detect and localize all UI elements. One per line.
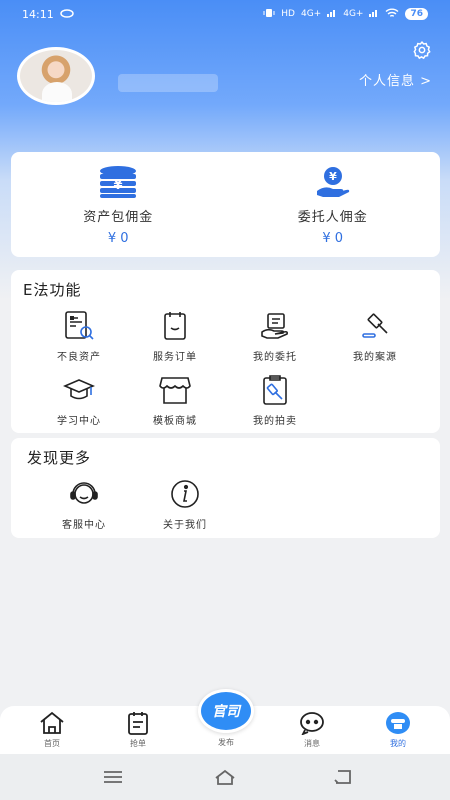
gavel-icon bbox=[359, 310, 391, 342]
discover-customer-service-label: 客服中心 bbox=[62, 520, 106, 531]
discover-card: 发现更多 客服中心 关于我们 bbox=[11, 438, 440, 538]
svg-text:¥: ¥ bbox=[114, 178, 123, 193]
feature-my-case-sources-label: 我的案源 bbox=[353, 352, 397, 363]
features-title: E法功能 bbox=[23, 281, 82, 299]
nav-grab-orders[interactable]: 抢单 bbox=[108, 711, 168, 749]
feature-my-auctions-label: 我的拍卖 bbox=[253, 416, 297, 427]
discover-about-us-label: 关于我们 bbox=[163, 520, 207, 531]
feature-my-entrustments-label: 我的委托 bbox=[253, 352, 297, 363]
feature-bad-assets[interactable]: 不良资产 bbox=[29, 310, 129, 363]
home-icon bbox=[39, 711, 65, 735]
signal-label-1: 4G+ bbox=[300, 9, 322, 19]
personal-info-link[interactable]: 个人信息 > bbox=[359, 70, 432, 89]
info-icon bbox=[169, 478, 201, 510]
asset-package-commission-label: 资产包佣金 bbox=[83, 210, 154, 225]
storefront-icon bbox=[159, 374, 191, 406]
signal-bars-icon bbox=[369, 8, 379, 20]
hand-document-icon bbox=[259, 310, 291, 342]
nav-messages[interactable]: 消息 bbox=[282, 711, 342, 749]
graduation-cap-icon bbox=[62, 374, 96, 406]
hand-coin-icon: ¥ bbox=[313, 165, 353, 199]
hd-badge: HD bbox=[281, 9, 295, 19]
profile-icon bbox=[385, 711, 411, 735]
client-commission-label: 委托人佣金 bbox=[297, 210, 368, 225]
vibrate-icon bbox=[263, 8, 275, 21]
feature-service-orders-label: 服务订单 bbox=[153, 352, 197, 363]
feature-template-store[interactable]: 模板商城 bbox=[125, 374, 225, 427]
nav-home-label: 首页 bbox=[44, 739, 60, 748]
feature-template-store-label: 模板商城 bbox=[153, 416, 197, 427]
back-icon[interactable] bbox=[332, 768, 354, 786]
sync-icon bbox=[59, 8, 74, 21]
status-bar: 14:11 HD 4G+ 4G+ 76 bbox=[0, 0, 450, 28]
order-list-icon bbox=[125, 711, 151, 735]
client-commission-value: ¥ 0 bbox=[322, 231, 344, 246]
coins-stack-icon: ¥ bbox=[98, 165, 138, 199]
nav-mine-label: 我的 bbox=[390, 739, 406, 748]
settings-gear-icon[interactable] bbox=[412, 40, 432, 60]
system-navigation-bar bbox=[0, 754, 450, 800]
publish-lawsuit-button[interactable]: 官司 bbox=[198, 689, 254, 733]
features-card: E法功能 不良资产 服务订单 我的委托 我的案源 学习中心 模板商城 我的拍卖 bbox=[11, 270, 440, 433]
discover-title: 发现更多 bbox=[27, 449, 92, 467]
username-redacted bbox=[118, 74, 218, 92]
asset-package-commission[interactable]: ¥ 资产包佣金 ¥ 0 bbox=[11, 152, 226, 257]
nav-messages-label: 消息 bbox=[304, 739, 320, 748]
client-commission[interactable]: ¥ 委托人佣金 ¥ 0 bbox=[226, 152, 441, 257]
signal-bars-icon bbox=[327, 8, 337, 20]
discover-about-us[interactable]: 关于我们 bbox=[135, 478, 235, 531]
feature-learning-center[interactable]: 学习中心 bbox=[29, 374, 129, 427]
clipboard-icon bbox=[159, 310, 191, 342]
asset-package-commission-value: ¥ 0 bbox=[107, 231, 129, 246]
document-search-icon bbox=[63, 310, 95, 342]
chat-icon bbox=[299, 711, 325, 736]
nav-home[interactable]: 首页 bbox=[22, 711, 82, 749]
wifi-icon bbox=[385, 8, 399, 21]
signal-label-2: 4G+ bbox=[343, 9, 364, 19]
avatar[interactable] bbox=[17, 47, 95, 105]
feature-my-case-sources[interactable]: 我的案源 bbox=[325, 310, 425, 363]
nav-grab-orders-label: 抢单 bbox=[130, 739, 146, 748]
headset-icon bbox=[68, 478, 100, 510]
commission-card: ¥ 资产包佣金 ¥ 0 ¥ 委托人佣金 ¥ 0 bbox=[11, 152, 440, 257]
battery-indicator: 76 bbox=[405, 8, 428, 20]
menu-icon[interactable] bbox=[102, 768, 124, 786]
discover-customer-service[interactable]: 客服中心 bbox=[34, 478, 134, 531]
feature-my-auctions[interactable]: 我的拍卖 bbox=[225, 374, 325, 427]
feature-service-orders[interactable]: 服务订单 bbox=[125, 310, 225, 363]
home-button-icon[interactable] bbox=[214, 768, 236, 786]
feature-learning-center-label: 学习中心 bbox=[57, 416, 101, 427]
status-time: 14:11 bbox=[22, 7, 54, 21]
feature-bad-assets-label: 不良资产 bbox=[57, 352, 101, 363]
svg-text:¥: ¥ bbox=[329, 170, 337, 183]
nav-mine[interactable]: 我的 bbox=[368, 711, 428, 749]
publish-label: 发布 bbox=[218, 738, 234, 747]
feature-my-entrustments[interactable]: 我的委托 bbox=[225, 310, 325, 363]
auction-board-icon bbox=[259, 374, 291, 406]
